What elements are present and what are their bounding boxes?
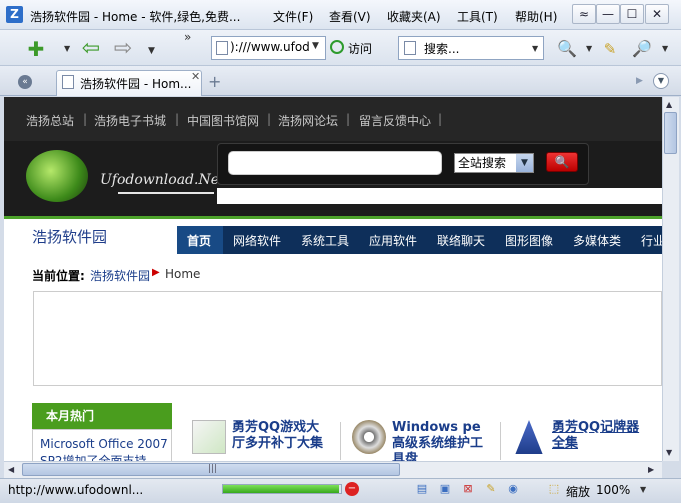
divider (340, 422, 341, 460)
popup-block-icon[interactable]: ⊠ (460, 482, 476, 496)
notes-icon[interactable]: ✎ (483, 482, 499, 496)
hot-list-item[interactable]: Microsoft Office 2007 (40, 437, 168, 451)
menu-favorites[interactable]: 收藏夹(A) (387, 8, 441, 25)
menu-help[interactable]: 帮助(H) (515, 8, 557, 25)
zoom-label[interactable]: 缩放 (566, 483, 590, 500)
site-logo-text[interactable]: Ufodownload.Net (100, 172, 225, 188)
nav-item-multimedia[interactable]: 多媒体类 (573, 232, 621, 249)
recommended-item-title[interactable]: 勇芳QQ游戏大厅多开补丁大集 (232, 420, 328, 452)
recommended-item-title[interactable]: 勇芳QQ记牌器全集 (552, 420, 648, 452)
toolbar-more-icon[interactable]: » (184, 30, 191, 44)
site-search-button[interactable]: 🔍 (546, 152, 578, 172)
search-icon[interactable]: 🔍 (555, 38, 579, 60)
close-button[interactable]: ✕ (645, 4, 669, 24)
forward-icon[interactable]: ⇨ (111, 38, 135, 60)
nav-item-graphics[interactable]: 图形图像 (505, 232, 553, 249)
search-input[interactable]: 搜索... (424, 40, 459, 57)
new-page-dropdown-icon[interactable]: ▼ (64, 44, 70, 53)
tab-label[interactable]: 浩扬软件园 - Hom... (80, 75, 191, 92)
go-icon[interactable] (330, 40, 344, 54)
menu-view[interactable]: 查看(V) (329, 8, 371, 25)
search-box[interactable] (398, 36, 544, 60)
scroll-up-icon[interactable]: ▲ (666, 100, 672, 109)
topnav-link-library[interactable]: 中国图书馆网 (187, 112, 259, 129)
vertical-scroll-thumb[interactable] (664, 112, 677, 154)
topnav-separator: | (346, 112, 351, 126)
tab-close-icon[interactable]: ✕ (191, 70, 200, 83)
divider (500, 422, 501, 460)
breadcrumb-label: 当前位置: (32, 269, 85, 283)
tab-list-icon[interactable]: ▼ (653, 73, 669, 89)
topnav-link-feedback[interactable]: 留言反馈中心 (359, 112, 431, 129)
tab-page-icon (62, 75, 74, 89)
breadcrumb-current: Home (165, 267, 201, 281)
nav-item-chat[interactable]: 联络聊天 (437, 232, 485, 249)
menu-tools[interactable]: 工具(T) (457, 8, 498, 25)
menu-file[interactable]: 文件(F) (273, 8, 313, 25)
status-url: http://www.ufodownl... (8, 483, 144, 497)
nav-item-system[interactable]: 系统工具 (301, 232, 349, 249)
search-engine-icon[interactable] (404, 41, 416, 55)
topnav-separator: | (175, 112, 180, 126)
nav-item-industry[interactable]: 行业 (641, 232, 662, 249)
chevron-down-icon[interactable]: ▼ (516, 154, 533, 172)
nav-item-network[interactable]: 网络软件 (233, 232, 281, 249)
maximize-button[interactable]: ☐ (620, 4, 644, 24)
new-tab-button[interactable]: + (208, 72, 221, 91)
nav-item-apps[interactable]: 应用软件 (369, 232, 417, 249)
site-brand[interactable]: 浩扬软件园 (32, 226, 107, 247)
page-search-icon[interactable]: 🔎 (630, 38, 654, 60)
minimize-button[interactable]: — (596, 4, 620, 24)
header-banner-strip (217, 188, 662, 204)
site-logo-icon[interactable] (26, 150, 88, 202)
globe-icon[interactable]: ◉ (505, 482, 521, 496)
scroll-down-icon[interactable]: ▼ (666, 448, 672, 457)
progress-fill (223, 485, 339, 493)
nav-item-home[interactable]: 首页 (187, 232, 211, 249)
topnav-separator: | (267, 112, 272, 126)
scroll-grip-icon: ||| (208, 464, 218, 474)
site-search-input[interactable] (228, 151, 442, 175)
screenshot-icon[interactable]: ▣ (437, 482, 453, 496)
cd-icon[interactable] (352, 420, 386, 454)
tab-scroll-right-icon[interactable]: ▶ (636, 76, 643, 86)
zoom-value[interactable]: 100% (596, 483, 630, 497)
page-icon (216, 41, 228, 55)
breadcrumb-arrow-icon: ▶ (152, 267, 160, 278)
breadcrumb-link[interactable]: 浩扬软件园 (90, 267, 150, 284)
topnav-link-ebook[interactable]: 浩扬电子书城 (94, 112, 166, 129)
logo-underline (118, 192, 214, 194)
stop-icon[interactable]: − (345, 482, 359, 496)
gift-icon[interactable] (192, 420, 226, 454)
header-divider (4, 216, 662, 219)
app-logo-icon: Z (6, 6, 23, 23)
scroll-right-icon[interactable]: ▶ (648, 465, 654, 474)
zoom-icon[interactable]: ⬚ (546, 482, 562, 496)
go-button[interactable]: 访问 (348, 40, 372, 57)
tab-scroll-left-icon[interactable]: « (18, 75, 32, 89)
topnav-link-forum[interactable]: 浩扬网论坛 (278, 112, 338, 129)
topnav-link-main[interactable]: 浩扬总站 (26, 112, 74, 129)
topnav-separator: | (438, 112, 443, 126)
back-icon[interactable]: ⇦ (79, 38, 103, 60)
address-input[interactable]: ):///www.ufod (230, 40, 310, 54)
search-dropdown-icon[interactable]: ▼ (532, 44, 538, 53)
hot-panel-title: 本月热门 (32, 403, 172, 429)
downloads-icon[interactable]: ▤ (414, 482, 430, 496)
ad-banner (33, 291, 662, 386)
search-options-icon[interactable]: ▼ (586, 44, 592, 53)
window-title: 浩扬软件园 - Home - 软件,绿色,免费... (30, 10, 241, 24)
topnav-separator: | (83, 112, 88, 126)
new-page-icon[interactable]: ✚ (24, 38, 48, 60)
restore-menu-button[interactable]: ≈ (572, 4, 596, 24)
address-dropdown-icon[interactable]: ▼ (312, 41, 319, 51)
highlight-icon[interactable]: ✎ (598, 38, 622, 60)
scroll-left-icon[interactable]: ◀ (8, 465, 14, 474)
zoom-dropdown-icon[interactable]: ▼ (640, 485, 646, 494)
history-dropdown-icon[interactable]: ▼ (148, 46, 155, 56)
tools-dropdown-icon[interactable]: ▼ (662, 44, 668, 53)
